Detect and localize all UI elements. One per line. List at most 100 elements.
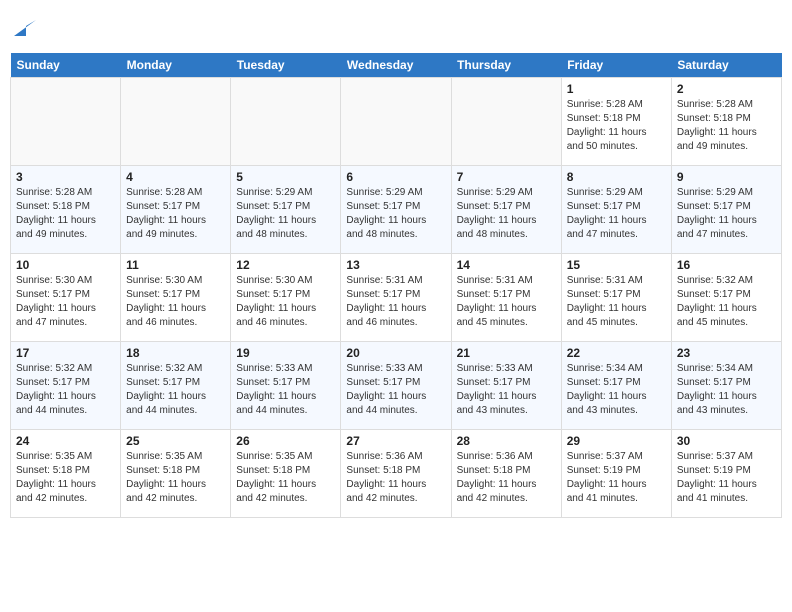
calendar-day: 19 Sunrise: 5:33 AM Sunset: 5:17 PM Dayli… <box>231 341 341 429</box>
calendar-header-sunday: Sunday <box>11 53 121 78</box>
calendar-day: 4 Sunrise: 5:28 AM Sunset: 5:17 PM Daylig… <box>121 165 231 253</box>
day-number: 10 <box>16 258 115 272</box>
calendar-day: 20Sunrise: 5:33 AM Sunset: 5:17 PM Dayli… <box>341 341 451 429</box>
calendar-day: 22 Sunrise: 5:34 AM Sunset: 5:17 PM Dayli… <box>561 341 671 429</box>
calendar-body: 1 Sunrise: 5:28 AM Sunset: 5:18 PM Daylig… <box>11 77 782 517</box>
calendar-day: 28 Sunrise: 5:36 AM Sunset: 5:18 PM Dayli… <box>451 429 561 517</box>
day-info: Sunrise: 5:29 AM Sunset: 5:17 PM Dayligh… <box>346 186 445 242</box>
calendar-day: 18 Sunrise: 5:32 AM Sunset: 5:17 PM Dayli… <box>121 341 231 429</box>
day-number: 8 <box>567 170 666 184</box>
day-number: 1 <box>567 82 666 96</box>
day-number: 15 <box>567 258 666 272</box>
day-info: Sunrise: 5:30 AM Sunset: 5:17 PM Dayligh… <box>236 274 335 330</box>
day-number: 16 <box>677 258 776 272</box>
calendar-day: 2 Sunrise: 5:28 AM Sunset: 5:18 PM Daylig… <box>671 77 781 165</box>
day-number: 22 <box>567 346 666 360</box>
calendar-week-5: 24 Sunrise: 5:35 AM Sunset: 5:18 PM Dayli… <box>11 429 782 517</box>
calendar-day: 7 Sunrise: 5:29 AM Sunset: 5:17 PM Daylig… <box>451 165 561 253</box>
calendar-day: 9 Sunrise: 5:29 AM Sunset: 5:17 PM Daylig… <box>671 165 781 253</box>
day-number: 24 <box>16 434 115 448</box>
calendar-day <box>121 77 231 165</box>
day-info: Sunrise: 5:36 AM Sunset: 5:18 PM Dayligh… <box>346 450 445 506</box>
day-info: Sunrise: 5:28 AM Sunset: 5:18 PM Dayligh… <box>16 186 115 242</box>
calendar-day: 27 Sunrise: 5:36 AM Sunset: 5:18 PM Dayli… <box>341 429 451 517</box>
day-info: Sunrise: 5:35 AM Sunset: 5:18 PM Dayligh… <box>236 450 335 506</box>
day-number: 5 <box>236 170 335 184</box>
day-number: 18 <box>126 346 225 360</box>
calendar-header-wednesday: Wednesday <box>341 53 451 78</box>
calendar-day: 23Sunrise: 5:34 AM Sunset: 5:17 PM Dayli… <box>671 341 781 429</box>
day-info: Sunrise: 5:28 AM Sunset: 5:18 PM Dayligh… <box>567 98 666 154</box>
day-info: Sunrise: 5:32 AM Sunset: 5:17 PM Dayligh… <box>677 274 776 330</box>
calendar-week-2: 3 Sunrise: 5:28 AM Sunset: 5:18 PM Daylig… <box>11 165 782 253</box>
day-info: Sunrise: 5:33 AM Sunset: 5:17 PM Dayligh… <box>346 362 445 418</box>
day-number: 6 <box>346 170 445 184</box>
day-info: Sunrise: 5:32 AM Sunset: 5:17 PM Dayligh… <box>16 362 115 418</box>
day-info: Sunrise: 5:33 AM Sunset: 5:17 PM Dayligh… <box>236 362 335 418</box>
calendar-day: 12 Sunrise: 5:30 AM Sunset: 5:17 PM Dayli… <box>231 253 341 341</box>
calendar-day: 14Sunrise: 5:31 AM Sunset: 5:17 PM Dayli… <box>451 253 561 341</box>
day-number: 13 <box>346 258 445 272</box>
day-number: 27 <box>346 434 445 448</box>
day-info: Sunrise: 5:29 AM Sunset: 5:17 PM Dayligh… <box>677 186 776 242</box>
calendar-day: 8Sunrise: 5:29 AM Sunset: 5:17 PM Daylig… <box>561 165 671 253</box>
day-info: Sunrise: 5:30 AM Sunset: 5:17 PM Dayligh… <box>126 274 225 330</box>
calendar-week-4: 17Sunrise: 5:32 AM Sunset: 5:17 PM Dayli… <box>11 341 782 429</box>
day-number: 3 <box>16 170 115 184</box>
day-number: 28 <box>457 434 556 448</box>
day-info: Sunrise: 5:32 AM Sunset: 5:17 PM Dayligh… <box>126 362 225 418</box>
day-number: 9 <box>677 170 776 184</box>
day-info: Sunrise: 5:28 AM Sunset: 5:18 PM Dayligh… <box>677 98 776 154</box>
calendar-day: 6 Sunrise: 5:29 AM Sunset: 5:17 PM Daylig… <box>341 165 451 253</box>
day-info: Sunrise: 5:37 AM Sunset: 5:19 PM Dayligh… <box>567 450 666 506</box>
calendar-day <box>451 77 561 165</box>
calendar-week-1: 1 Sunrise: 5:28 AM Sunset: 5:18 PM Daylig… <box>11 77 782 165</box>
calendar-header-friday: Friday <box>561 53 671 78</box>
day-info: Sunrise: 5:35 AM Sunset: 5:18 PM Dayligh… <box>16 450 115 506</box>
day-number: 23 <box>677 346 776 360</box>
calendar-day <box>11 77 121 165</box>
calendar-day: 30Sunrise: 5:37 AM Sunset: 5:19 PM Dayli… <box>671 429 781 517</box>
day-number: 21 <box>457 346 556 360</box>
calendar-day: 26 Sunrise: 5:35 AM Sunset: 5:18 PM Dayli… <box>231 429 341 517</box>
day-number: 12 <box>236 258 335 272</box>
calendar-day: 5Sunrise: 5:29 AM Sunset: 5:17 PM Daylig… <box>231 165 341 253</box>
calendar-day: 21 Sunrise: 5:33 AM Sunset: 5:17 PM Dayli… <box>451 341 561 429</box>
logo <box>10 18 36 47</box>
day-info: Sunrise: 5:31 AM Sunset: 5:17 PM Dayligh… <box>346 274 445 330</box>
day-info: Sunrise: 5:33 AM Sunset: 5:17 PM Dayligh… <box>457 362 556 418</box>
day-number: 7 <box>457 170 556 184</box>
day-info: Sunrise: 5:31 AM Sunset: 5:17 PM Dayligh… <box>567 274 666 330</box>
day-number: 29 <box>567 434 666 448</box>
day-info: Sunrise: 5:36 AM Sunset: 5:18 PM Dayligh… <box>457 450 556 506</box>
day-info: Sunrise: 5:35 AM Sunset: 5:18 PM Dayligh… <box>126 450 225 506</box>
day-number: 19 <box>236 346 335 360</box>
day-info: Sunrise: 5:29 AM Sunset: 5:17 PM Dayligh… <box>457 186 556 242</box>
page-header <box>10 10 782 47</box>
calendar-header-tuesday: Tuesday <box>231 53 341 78</box>
calendar-header-thursday: Thursday <box>451 53 561 78</box>
calendar-day <box>231 77 341 165</box>
calendar-day: 3 Sunrise: 5:28 AM Sunset: 5:18 PM Daylig… <box>11 165 121 253</box>
day-number: 25 <box>126 434 225 448</box>
day-info: Sunrise: 5:28 AM Sunset: 5:17 PM Dayligh… <box>126 186 225 242</box>
calendar-day: 1 Sunrise: 5:28 AM Sunset: 5:18 PM Daylig… <box>561 77 671 165</box>
calendar-week-3: 10 Sunrise: 5:30 AM Sunset: 5:17 PM Dayli… <box>11 253 782 341</box>
day-info: Sunrise: 5:31 AM Sunset: 5:17 PM Dayligh… <box>457 274 556 330</box>
day-info: Sunrise: 5:34 AM Sunset: 5:17 PM Dayligh… <box>567 362 666 418</box>
day-number: 26 <box>236 434 335 448</box>
day-number: 2 <box>677 82 776 96</box>
calendar-day: 24 Sunrise: 5:35 AM Sunset: 5:18 PM Dayli… <box>11 429 121 517</box>
calendar-day: 16 Sunrise: 5:32 AM Sunset: 5:17 PM Dayli… <box>671 253 781 341</box>
calendar-day: 29 Sunrise: 5:37 AM Sunset: 5:19 PM Dayli… <box>561 429 671 517</box>
calendar-table: SundayMondayTuesdayWednesdayThursdayFrid… <box>10 53 782 518</box>
day-number: 11 <box>126 258 225 272</box>
day-number: 4 <box>126 170 225 184</box>
calendar-day: 25 Sunrise: 5:35 AM Sunset: 5:18 PM Dayli… <box>121 429 231 517</box>
calendar-header-monday: Monday <box>121 53 231 78</box>
calendar-day <box>341 77 451 165</box>
calendar-day: 10Sunrise: 5:30 AM Sunset: 5:17 PM Dayli… <box>11 253 121 341</box>
calendar-header-row: SundayMondayTuesdayWednesdayThursdayFrid… <box>11 53 782 78</box>
logo-icon <box>12 18 36 42</box>
calendar-day: 15 Sunrise: 5:31 AM Sunset: 5:17 PM Dayli… <box>561 253 671 341</box>
